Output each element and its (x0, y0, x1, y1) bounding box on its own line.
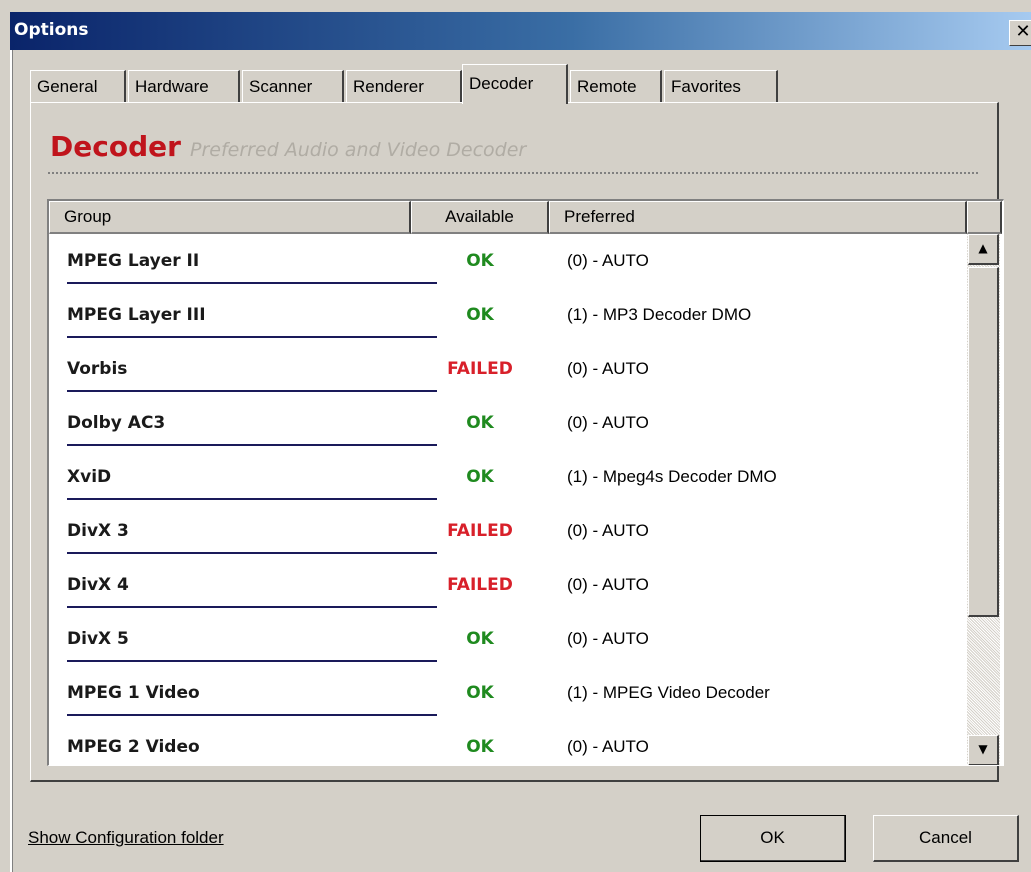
tab-scanner[interactable]: Scanner (242, 70, 344, 102)
tab-label: Remote (577, 77, 637, 96)
cell-available: FAILED (447, 575, 513, 595)
table-row[interactable]: MPEG Layer III OK (1) - MP3 Decoder DMO (49, 288, 967, 342)
cell-group: DivX 5 (67, 629, 129, 649)
cell-group: MPEG Layer III (67, 305, 206, 325)
row-separator (67, 336, 437, 338)
cell-available: OK (466, 413, 494, 433)
column-label: Group (64, 207, 112, 226)
cell-available: OK (466, 737, 494, 757)
scroll-up-button[interactable]: ▲ (968, 234, 999, 265)
cell-preferred[interactable]: (0) - AUTO (567, 720, 649, 765)
table-row[interactable]: MPEG Layer II OK (0) - AUTO (49, 234, 967, 288)
cell-group: XviD (67, 467, 112, 487)
column-header-preferred[interactable]: Preferred (549, 201, 967, 234)
cell-available: OK (466, 683, 494, 703)
tab-label: Decoder (469, 74, 534, 93)
table-row[interactable]: MPEG 2 Video OK (0) - AUTO (49, 720, 967, 765)
cell-available: OK (466, 629, 494, 649)
column-label: Available (445, 207, 514, 226)
table-row[interactable]: DivX 4 FAILED (0) - AUTO (49, 558, 967, 612)
close-icon: ✕ (1015, 21, 1031, 42)
window-frame (10, 50, 13, 872)
cell-preferred[interactable]: (1) - Mpeg4s Decoder DMO (567, 450, 777, 504)
panel-heading: Decoder Preferred Audio and Video Decode… (50, 130, 526, 163)
cancel-button[interactable]: Cancel (873, 815, 1019, 862)
row-separator (67, 282, 437, 284)
cell-preferred[interactable]: (0) - AUTO (567, 504, 649, 558)
cancel-button-label: Cancel (919, 828, 972, 847)
cell-available: FAILED (447, 359, 513, 379)
scroll-thumb[interactable] (968, 267, 999, 617)
cell-group: MPEG 1 Video (67, 683, 200, 703)
vertical-scrollbar[interactable]: ▲ ▼ (967, 234, 1000, 765)
tab-label: General (37, 77, 98, 96)
cell-available: OK (466, 251, 494, 271)
cell-preferred[interactable]: (1) - MP3 Decoder DMO (567, 288, 751, 342)
tab-label: Hardware (135, 77, 209, 96)
title-bar[interactable]: Options ✕ (10, 12, 1031, 50)
scroll-down-button[interactable]: ▼ (968, 735, 999, 765)
cell-group: DivX 3 (67, 521, 129, 541)
row-separator (67, 552, 437, 554)
row-separator (67, 660, 437, 662)
column-header-filler (967, 201, 1002, 234)
cell-preferred[interactable]: (0) - AUTO (567, 558, 649, 612)
cell-group: DivX 4 (67, 575, 129, 595)
tab-renderer[interactable]: Renderer (346, 70, 462, 102)
column-label: Preferred (564, 207, 635, 226)
column-header-group[interactable]: Group (49, 201, 411, 234)
heading-divider (48, 172, 978, 174)
cell-preferred[interactable]: (0) - AUTO (567, 342, 649, 396)
table-row[interactable]: DivX 5 OK (0) - AUTO (49, 612, 967, 666)
close-button[interactable]: ✕ (1009, 20, 1031, 46)
cell-available: FAILED (447, 521, 513, 541)
list-header: Group Available Preferred (49, 201, 1002, 234)
tab-favorites[interactable]: Favorites (664, 70, 778, 102)
row-separator (67, 714, 437, 716)
tab-remote[interactable]: Remote (570, 70, 662, 102)
window-title: Options (14, 20, 89, 40)
table-row[interactable]: Dolby AC3 OK (0) - AUTO (49, 396, 967, 450)
cell-group: Dolby AC3 (67, 413, 166, 433)
cell-preferred[interactable]: (0) - AUTO (567, 396, 649, 450)
cell-available: OK (466, 305, 494, 325)
row-separator (67, 498, 437, 500)
tab-label: Scanner (249, 77, 313, 96)
row-separator (67, 606, 437, 608)
row-separator (67, 390, 437, 392)
column-header-available[interactable]: Available (411, 201, 549, 234)
arrow-down-icon: ▼ (978, 742, 988, 756)
cell-preferred[interactable]: (1) - MPEG Video Decoder (567, 666, 770, 720)
table-row[interactable]: DivX 3 FAILED (0) - AUTO (49, 504, 967, 558)
tab-label: Favorites (671, 77, 741, 96)
arrow-up-icon: ▲ (978, 241, 988, 255)
tab-general[interactable]: General (30, 70, 126, 102)
tab-decoder[interactable]: Decoder (462, 64, 568, 104)
cell-group: MPEG 2 Video (67, 737, 200, 757)
cell-group: Vorbis (67, 359, 128, 379)
cell-group: MPEG Layer II (67, 251, 200, 271)
cell-available: OK (466, 467, 494, 487)
cell-preferred[interactable]: (0) - AUTO (567, 234, 649, 288)
show-config-folder-link[interactable]: Show Configuration folder (28, 828, 224, 848)
row-separator (67, 444, 437, 446)
panel-subtitle: Preferred Audio and Video Decoder (190, 139, 527, 161)
cell-preferred[interactable]: (0) - AUTO (567, 612, 649, 666)
table-row[interactable]: MPEG 1 Video OK (1) - MPEG Video Decoder (49, 666, 967, 720)
tab-label: Renderer (353, 77, 424, 96)
decoder-list[interactable]: Group Available Preferred MPEG Layer II O… (47, 199, 1004, 766)
table-row[interactable]: Vorbis FAILED (0) - AUTO (49, 342, 967, 396)
panel-title: Decoder (50, 130, 181, 163)
table-row[interactable]: XviD OK (1) - Mpeg4s Decoder DMO (49, 450, 967, 504)
ok-button[interactable]: OK (700, 815, 846, 862)
ok-button-label: OK (760, 828, 785, 847)
tab-hardware[interactable]: Hardware (128, 70, 240, 102)
